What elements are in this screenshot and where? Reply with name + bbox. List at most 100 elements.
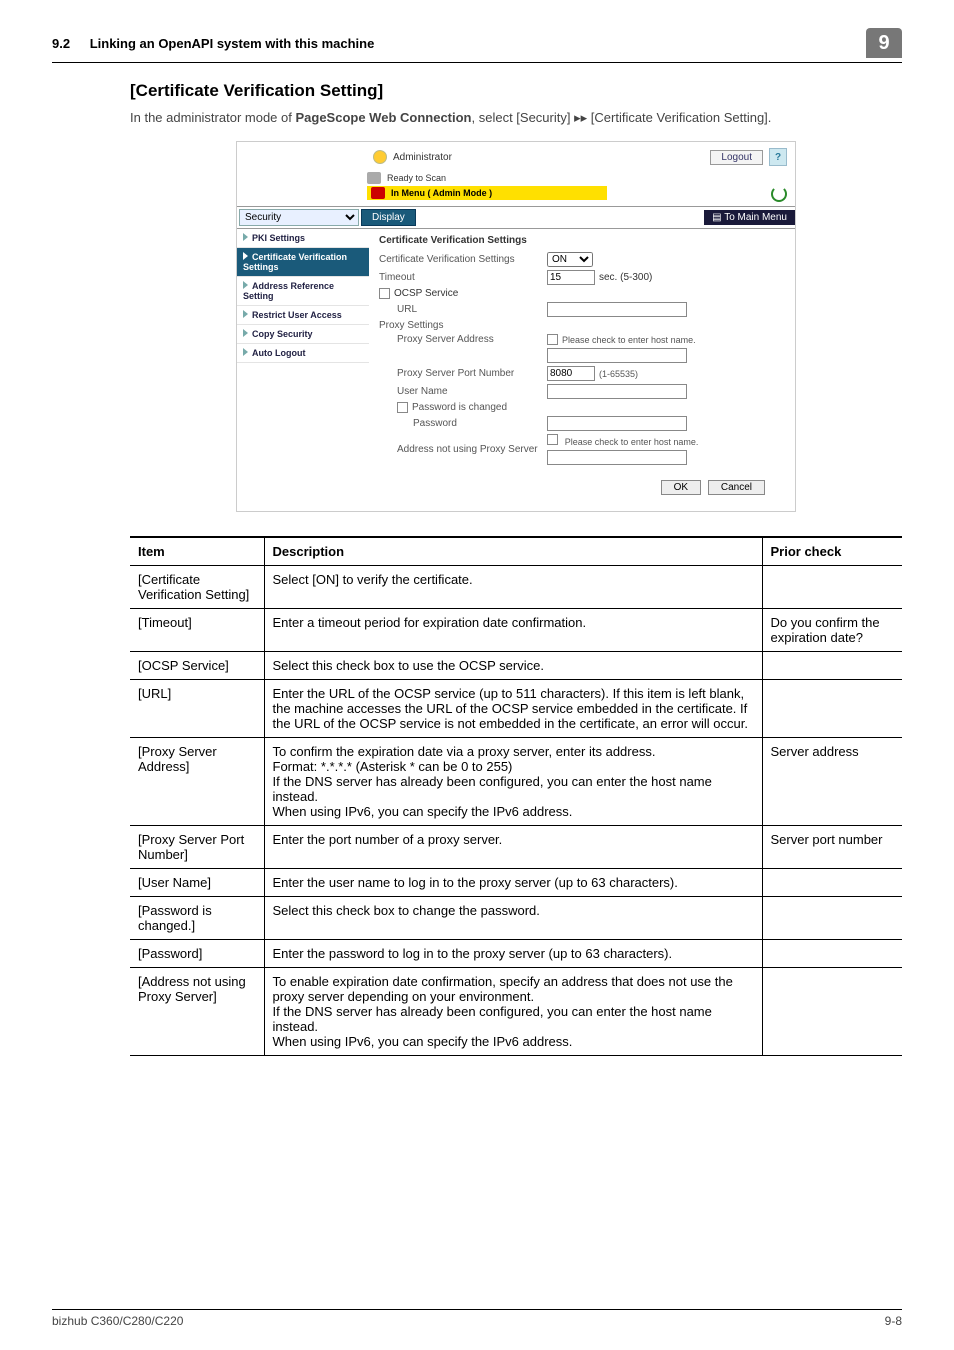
- table-row: [Timeout]Enter a timeout period for expi…: [130, 609, 902, 652]
- proxy-addr-host-checkbox[interactable]: [547, 334, 558, 345]
- cell-item: [Proxy Server Port Number]: [130, 826, 264, 869]
- cell-desc: Enter a timeout period for expiration da…: [264, 609, 762, 652]
- cell-item: [Proxy Server Address]: [130, 738, 264, 826]
- cell-desc: To confirm the expiration date via a pro…: [264, 738, 762, 826]
- sidebar: PKI Settings Certificate Verification Se…: [237, 229, 369, 511]
- status-ready: Ready to Scan: [387, 173, 446, 183]
- cell-item: [User Name]: [130, 869, 264, 897]
- proxy-addr-note: Please check to enter host name.: [562, 335, 696, 345]
- category-select[interactable]: Security: [239, 209, 359, 226]
- description-table: Item Description Prior check [Certificat…: [130, 536, 902, 1056]
- cell-prior: Server address: [762, 738, 902, 826]
- cell-item: [OCSP Service]: [130, 652, 264, 680]
- page-heading: [Certificate Verification Setting]: [130, 81, 902, 101]
- cell-prior: [762, 869, 902, 897]
- row-timeout-label: Timeout: [379, 272, 547, 283]
- sidebar-item-copy-sec[interactable]: Copy Security: [237, 325, 369, 344]
- cell-desc: Enter the port number of a proxy server.: [264, 826, 762, 869]
- cell-item: [Address not using Proxy Server]: [130, 968, 264, 1056]
- proxy-port-input[interactable]: [547, 366, 595, 381]
- cell-item: [Password is changed.]: [130, 897, 264, 940]
- user-name-input[interactable]: [547, 384, 687, 399]
- ok-button[interactable]: OK: [661, 480, 701, 495]
- sidebar-item-cert-verif[interactable]: Certificate Verification Settings: [237, 248, 369, 277]
- cell-item: [Certificate Verification Setting]: [130, 566, 264, 609]
- section-number: 9.2: [52, 36, 70, 51]
- admin-label: Administrator: [393, 152, 452, 163]
- cvs-select[interactable]: ON: [547, 252, 593, 267]
- cell-desc: Enter the user name to log in to the pro…: [264, 869, 762, 897]
- timeout-input[interactable]: [547, 270, 595, 285]
- table-row: [Proxy Server Port Number]Enter the port…: [130, 826, 902, 869]
- th-desc: Description: [264, 537, 762, 566]
- footer-left: bizhub C360/C280/C220: [52, 1314, 183, 1328]
- cell-prior: [762, 897, 902, 940]
- page-footer: bizhub C360/C280/C220 9-8: [52, 1309, 902, 1328]
- addr-not-input[interactable]: [547, 450, 687, 465]
- table-row: [URL]Enter the URL of the OCSP service (…: [130, 680, 902, 738]
- cell-item: [Password]: [130, 940, 264, 968]
- th-prior: Prior check: [762, 537, 902, 566]
- main-title: Certificate Verification Settings: [379, 235, 785, 246]
- sidebar-item-auto-logout[interactable]: Auto Logout: [237, 344, 369, 363]
- row-url-label: URL: [397, 304, 547, 315]
- cell-prior: [762, 968, 902, 1056]
- proxy-port-suffix: (1-65535): [599, 369, 638, 379]
- admin-icon: [373, 150, 387, 164]
- cell-prior: [762, 940, 902, 968]
- table-row: [Password is changed.]Select this check …: [130, 897, 902, 940]
- cell-desc: Enter the password to log in to the prox…: [264, 940, 762, 968]
- cell-prior: [762, 680, 902, 738]
- password-input[interactable]: [547, 416, 687, 431]
- addr-not-host-checkbox[interactable]: [547, 434, 558, 445]
- sidebar-item-pki[interactable]: PKI Settings: [237, 229, 369, 248]
- cell-item: [Timeout]: [130, 609, 264, 652]
- to-main-menu-button[interactable]: ▤ To Main Menu: [704, 210, 795, 225]
- table-row: [OCSP Service]Select this check box to u…: [130, 652, 902, 680]
- table-row: [Password]Enter the password to log in t…: [130, 940, 902, 968]
- cell-prior: Do you confirm the expiration date?: [762, 609, 902, 652]
- screenshot-panel: Administrator Logout ? Ready to Scan In …: [236, 141, 796, 512]
- mode-icon: [371, 187, 385, 199]
- cell-desc: Select [ON] to verify the certificate.: [264, 566, 762, 609]
- help-icon[interactable]: ?: [769, 148, 787, 166]
- cell-prior: [762, 652, 902, 680]
- sidebar-item-addr-ref[interactable]: Address Reference Setting: [237, 277, 369, 306]
- row-pwd-chg-label: Password is changed: [412, 402, 507, 413]
- footer-right: 9-8: [885, 1314, 902, 1328]
- cancel-button[interactable]: Cancel: [708, 480, 765, 495]
- refresh-icon[interactable]: [771, 186, 787, 202]
- logout-button[interactable]: Logout: [710, 150, 763, 165]
- cell-desc: Enter the URL of the OCSP service (up to…: [264, 680, 762, 738]
- cell-prior: [762, 566, 902, 609]
- addr-not-note: Please check to enter host name.: [565, 437, 699, 447]
- row-ocsp-label: OCSP Service: [394, 288, 458, 299]
- cell-desc: To enable expiration date confirmation, …: [264, 968, 762, 1056]
- cell-desc: Select this check box to use the OCSP se…: [264, 652, 762, 680]
- row-proxy-addr-label: Proxy Server Address: [397, 334, 547, 345]
- table-row: [User Name]Enter the user name to log in…: [130, 869, 902, 897]
- chapter-badge: 9: [866, 28, 902, 58]
- url-input[interactable]: [547, 302, 687, 317]
- pwd-changed-checkbox[interactable]: [397, 402, 408, 413]
- cell-item: [URL]: [130, 680, 264, 738]
- timeout-suffix: sec. (5-300): [599, 272, 652, 283]
- section-title: Linking an OpenAPI system with this mach…: [90, 36, 375, 51]
- table-row: [Address not using Proxy Server]To enabl…: [130, 968, 902, 1056]
- row-proxy-port-label: Proxy Server Port Number: [397, 368, 547, 379]
- proxy-addr-input[interactable]: [547, 348, 687, 363]
- table-row: [Proxy Server Address]To confirm the exp…: [130, 738, 902, 826]
- th-item: Item: [130, 537, 264, 566]
- sidebar-item-restrict[interactable]: Restrict User Access: [237, 306, 369, 325]
- table-row: [Certificate Verification Setting]Select…: [130, 566, 902, 609]
- cell-desc: Select this check box to change the pass…: [264, 897, 762, 940]
- row-user-label: User Name: [397, 386, 547, 397]
- scan-icon: [367, 172, 381, 184]
- running-header: 9.2 Linking an OpenAPI system with this …: [52, 28, 902, 63]
- proxy-settings-header: Proxy Settings: [379, 320, 785, 331]
- ocsp-checkbox[interactable]: [379, 288, 390, 299]
- status-mode: In Menu ( Admin Mode ): [391, 188, 492, 198]
- display-button[interactable]: Display: [361, 209, 416, 226]
- row-addr-not-label: Address not using Proxy Server: [397, 444, 547, 455]
- intro-paragraph: In the administrator mode of PageScope W…: [130, 109, 902, 127]
